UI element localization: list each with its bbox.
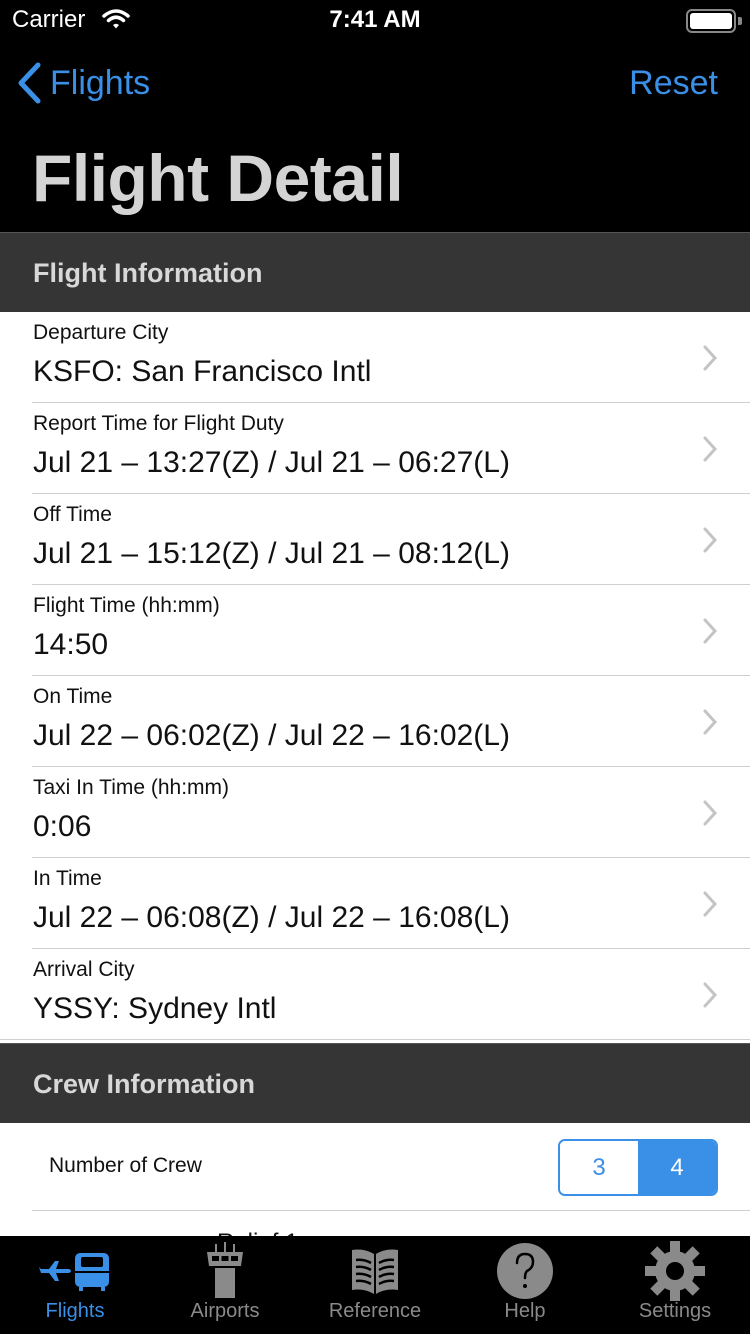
row-label: On Time	[33, 685, 113, 708]
tab-label: Reference	[328, 1300, 422, 1322]
chevron-right-icon	[703, 345, 718, 371]
status-bar: Carrier 7:41 AM	[0, 0, 750, 40]
page-title: Flight Detail	[32, 141, 404, 215]
row-on-time[interactable]: On Time Jul 22 – 06:02(Z) / Jul 22 – 16:…	[0, 676, 750, 767]
row-label: Departure City	[33, 321, 169, 344]
chevron-right-icon	[703, 436, 718, 462]
battery-tip	[738, 17, 742, 25]
gear-icon	[645, 1236, 705, 1301]
help-icon	[496, 1236, 554, 1300]
chevron-right-icon	[703, 618, 718, 644]
tab-label: Help	[504, 1300, 546, 1322]
tab-airports[interactable]: Airports	[150, 1236, 300, 1334]
reset-button[interactable]: Reset	[629, 64, 718, 103]
row-label: Taxi In Time (hh:mm)	[33, 776, 230, 799]
row-arrival-city[interactable]: Arrival City YSSY: Sydney Intl	[0, 949, 750, 1040]
row-number-of-crew: Number of Crew 3 4	[0, 1123, 750, 1211]
chevron-right-icon	[703, 891, 718, 917]
tab-settings[interactable]: Settings	[600, 1236, 750, 1334]
row-label: In Time	[33, 867, 102, 890]
row-off-time[interactable]: Off Time Jul 21 – 15:12(Z) / Jul 21 – 08…	[0, 494, 750, 585]
row-label: Report Time for Flight Duty	[33, 412, 284, 435]
control-tower-icon	[205, 1236, 245, 1300]
row-flight-time[interactable]: Flight Time (hh:mm) 14:50	[0, 585, 750, 676]
chevron-right-icon	[703, 800, 718, 826]
row-report-time[interactable]: Report Time for Flight Duty Jul 21 – 13:…	[0, 403, 750, 494]
tab-flights[interactable]: Flights	[0, 1236, 150, 1334]
row-departure-city[interactable]: Departure City KSFO: San Francisco Intl	[0, 312, 750, 403]
section-header-flight-information: Flight Information	[0, 232, 750, 312]
row-value: KSFO: San Francisco Intl	[33, 355, 372, 388]
number-of-crew-label: Number of Crew	[49, 1154, 202, 1177]
chevron-right-icon	[703, 982, 718, 1008]
back-button[interactable]: Flights	[16, 62, 150, 104]
flights-icon	[39, 1236, 111, 1300]
row-value: Jul 21 – 13:27(Z) / Jul 21 – 06:27(L)	[33, 446, 510, 479]
relief-1-label: Relief 1	[217, 1229, 298, 1236]
chevron-left-icon	[18, 62, 41, 104]
row-label: Off Time	[33, 503, 112, 526]
row-label: Arrival City	[33, 958, 135, 981]
row-value: 0:06	[33, 810, 92, 843]
tab-bar: Flights Airports Reference Help Settings	[0, 1236, 750, 1334]
battery-icon	[686, 9, 736, 33]
row-value: Jul 22 – 06:02(Z) / Jul 22 – 16:02(L)	[33, 719, 510, 752]
crew-option-3[interactable]: 3	[560, 1141, 638, 1194]
tab-reference[interactable]: Reference	[300, 1236, 450, 1334]
row-label: Flight Time (hh:mm)	[33, 594, 220, 617]
section-header-crew-information: Crew Information	[0, 1043, 750, 1123]
row-value: YSSY: Sydney Intl	[33, 992, 277, 1025]
row-value: 14:50	[33, 628, 109, 661]
row-relief-1[interactable]: Relief 1	[0, 1211, 750, 1236]
crew-count-segmented-control[interactable]: 3 4	[558, 1139, 718, 1196]
book-icon	[350, 1236, 400, 1300]
clock: 7:41 AM	[329, 6, 421, 33]
tab-label: Flights	[45, 1300, 105, 1322]
back-button-label: Flights	[50, 63, 151, 102]
crew-option-4[interactable]: 4	[638, 1141, 716, 1194]
navigation-bar: Flights Reset	[0, 40, 750, 130]
tab-help[interactable]: Help	[450, 1236, 600, 1334]
tab-label: Settings	[638, 1300, 712, 1322]
chevron-right-icon	[703, 527, 718, 553]
row-value: Jul 21 – 15:12(Z) / Jul 21 – 08:12(L)	[33, 537, 510, 570]
flight-detail-form[interactable]: Flight Information Departure City KSFO: …	[0, 232, 750, 1236]
row-in-time[interactable]: In Time Jul 22 – 06:08(Z) / Jul 22 – 16:…	[0, 858, 750, 949]
row-taxi-in-time[interactable]: Taxi In Time (hh:mm) 0:06	[0, 767, 750, 858]
chevron-right-icon	[703, 709, 718, 735]
row-value: Jul 22 – 06:08(Z) / Jul 22 – 16:08(L)	[33, 901, 510, 934]
tab-label: Airports	[190, 1300, 260, 1322]
